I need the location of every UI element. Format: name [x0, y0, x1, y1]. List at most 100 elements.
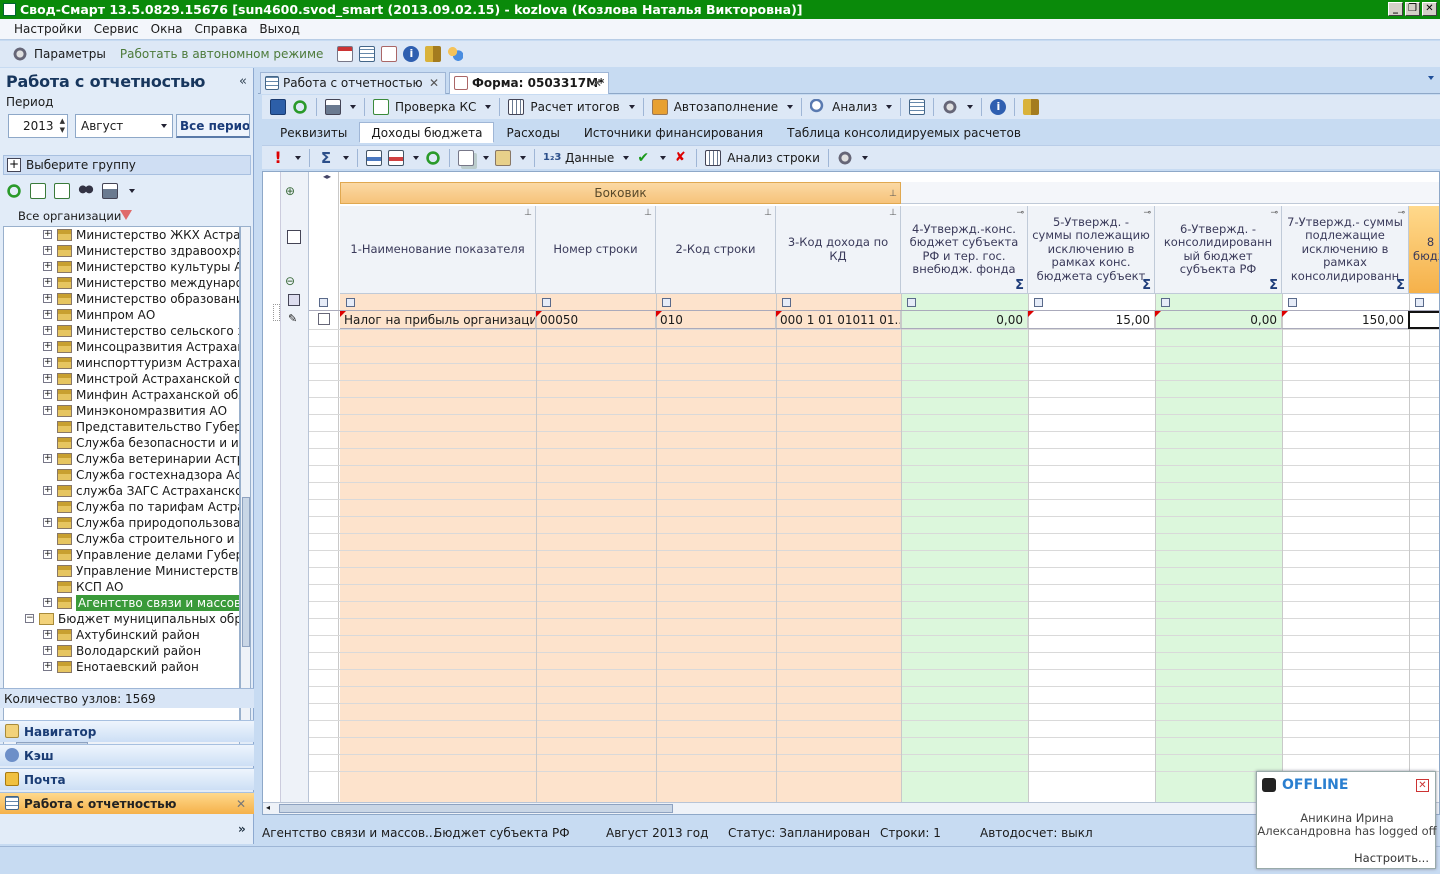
column-header-row-number[interactable]: Номер строки ⊥	[536, 206, 656, 294]
expand-nav-icon[interactable]: »	[238, 822, 246, 836]
filter-icon[interactable]	[1415, 298, 1424, 307]
expand-icon[interactable]: +	[43, 310, 52, 319]
cell-col4[interactable]: 0,00	[901, 311, 1028, 329]
book-icon[interactable]	[425, 46, 442, 62]
refresh-icon[interactable]	[292, 99, 308, 115]
print-icon[interactable]	[102, 183, 118, 199]
cell-name[interactable]: Налог на прибыль организаци...	[340, 311, 536, 329]
nav-reporting[interactable]: Работа с отчетностью ✕	[0, 792, 254, 814]
tree-item[interactable]: + Агентство связи и массовых	[4, 595, 239, 611]
expand-icon[interactable]: +	[43, 454, 52, 463]
tree-item[interactable]: + Минэкономразвития АО	[4, 403, 239, 419]
expand-icon[interactable]: +	[43, 326, 52, 335]
column-header-col5[interactable]: 5-Утвержд. - суммы полежащию исключению …	[1028, 206, 1155, 294]
expand-icon[interactable]: +	[43, 518, 52, 527]
tab-financing-sources[interactable]: Источники финансирования	[572, 122, 775, 143]
chevron-down-icon[interactable]	[413, 155, 419, 160]
tree-item[interactable]: + служба ЗАГС Астраханской	[4, 483, 239, 499]
menu-windows[interactable]: Окна	[151, 22, 183, 36]
all-organizations-filter[interactable]: Все организации	[18, 209, 132, 223]
column-header-name[interactable]: 1-Наименование показателя ⊥	[340, 206, 536, 294]
cell-col6[interactable]: 0,00	[1155, 311, 1282, 329]
binoculars-icon[interactable]	[78, 183, 94, 199]
tab-reporting[interactable]: Работа с отчетностью ✕	[260, 72, 446, 94]
tree-item[interactable]: КСП АО	[4, 579, 239, 595]
filter-icon[interactable]	[1288, 298, 1297, 307]
sum-icon[interactable]: Σ	[1142, 278, 1151, 293]
parameters-icon[interactable]	[12, 46, 28, 62]
chevron-down-icon[interactable]	[861, 155, 868, 160]
calculator-icon[interactable]	[508, 99, 525, 115]
tab-expenses[interactable]: Расходы	[494, 122, 571, 143]
tools-icon[interactable]	[942, 99, 959, 115]
chevron-down-icon[interactable]	[350, 105, 356, 109]
group-select[interactable]: + Выберите группу	[3, 155, 251, 175]
chevron-down-icon[interactable]	[787, 105, 794, 109]
filter-icon[interactable]	[1161, 298, 1170, 307]
scroll-thumb[interactable]	[279, 804, 673, 813]
tree-item[interactable]: − Бюджет муниципальных образ	[4, 611, 239, 627]
cell-row-code[interactable]: 010	[656, 311, 776, 329]
menu-exit[interactable]: Выход	[259, 22, 299, 36]
close-icon[interactable]: ✕	[592, 73, 602, 93]
chevron-down-icon[interactable]	[343, 155, 349, 160]
menu-help[interactable]: Справка	[195, 22, 248, 36]
tab-form[interactable]: Форма: 0503317M* ✕	[449, 72, 609, 94]
book-icon[interactable]	[1023, 99, 1040, 115]
restore-button[interactable]: ❐	[1405, 2, 1420, 16]
minimize-button[interactable]: _	[1388, 2, 1403, 16]
tree-item[interactable]: Служба безопасности и инф	[4, 435, 239, 451]
filter-icon[interactable]	[346, 298, 355, 307]
data-grid[interactable]: ⊕ ⊖ ✎ Боковик ⊥ ◂▸ 1-Наименование показат…	[262, 171, 1440, 815]
refresh-icon[interactable]	[425, 149, 441, 166]
export-icon[interactable]	[30, 183, 46, 199]
pin-icon[interactable]: ⊸	[1143, 207, 1151, 221]
stepper-arrows-icon[interactable]: ▲ ▼	[60, 117, 65, 135]
chevron-down-icon[interactable]	[295, 155, 301, 160]
delete-row-icon[interactable]	[388, 149, 404, 166]
tree-item[interactable]: + Министерство культуры Аст	[4, 259, 239, 275]
notification-settings-link[interactable]: Настроить...	[1354, 851, 1429, 865]
calc-totals-button[interactable]: Расчет итогов	[530, 100, 619, 114]
pin-icon[interactable]: ⊥	[644, 207, 652, 221]
report-icon[interactable]	[381, 46, 398, 62]
expand-icon[interactable]: +	[43, 662, 52, 671]
parameters-button[interactable]: Параметры	[34, 47, 106, 61]
expand-icon[interactable]: +	[43, 262, 52, 271]
all-periods-button[interactable]: Все периоды	[176, 114, 250, 138]
analysis-icon[interactable]	[810, 99, 827, 115]
year-stepper[interactable]: 2013 ▲ ▼	[8, 114, 68, 138]
expand-icon[interactable]: +	[43, 358, 52, 367]
list-icon[interactable]	[909, 99, 926, 115]
pin-icon[interactable]: ⊥	[889, 207, 897, 221]
expand-icon[interactable]: +	[43, 646, 52, 655]
chevron-down-icon[interactable]	[628, 105, 635, 109]
expand-icon[interactable]: +	[43, 230, 52, 239]
nav-cache[interactable]: Кэш	[0, 744, 254, 766]
column-header-row-code[interactable]: 2-Код строки ⊥	[656, 206, 776, 294]
column-header-col4[interactable]: 4-Утвержд.-конс. бюджет субъекта РФ и те…	[901, 206, 1028, 294]
cell-income-code[interactable]: 000 1 01 01011 01...	[776, 311, 901, 329]
tree-item[interactable]: + Служба ветеринарии Астра	[4, 451, 239, 467]
analysis-button[interactable]: Анализ	[832, 100, 877, 114]
row-analysis-button[interactable]: Анализ строки	[727, 151, 820, 165]
chevron-down-icon[interactable]	[967, 105, 974, 109]
organization-tree[interactable]: + Министерство ЖКХ Астрахан + Министерство …	[3, 226, 240, 742]
calendar-icon[interactable]	[337, 46, 354, 62]
chevron-down-icon[interactable]	[886, 105, 893, 109]
tree-item[interactable]: + Министерство здравоохран	[4, 243, 239, 259]
tools-icon[interactable]	[836, 149, 853, 166]
tree-item[interactable]: + минспорттуризм Астраханс	[4, 355, 239, 371]
chevron-down-icon[interactable]	[485, 105, 492, 109]
sum-icon[interactable]: Σ	[1015, 278, 1024, 293]
sum-icon[interactable]: Σ	[1396, 278, 1405, 293]
nav-mail[interactable]: Почта	[0, 768, 254, 790]
tree-item[interactable]: Служба гостехнадзора Астр	[4, 467, 239, 483]
scroll-left-icon[interactable]: ◂	[266, 803, 270, 812]
close-icon[interactable]: ✕	[1416, 779, 1429, 792]
menu-service[interactable]: Сервис	[94, 22, 139, 36]
column-header-col7[interactable]: 7-Утвержд.- суммы подлежащие исключению …	[1282, 206, 1409, 294]
info-icon[interactable]	[403, 46, 420, 62]
layout-icon[interactable]	[287, 230, 301, 244]
row-checkbox[interactable]	[318, 313, 330, 325]
